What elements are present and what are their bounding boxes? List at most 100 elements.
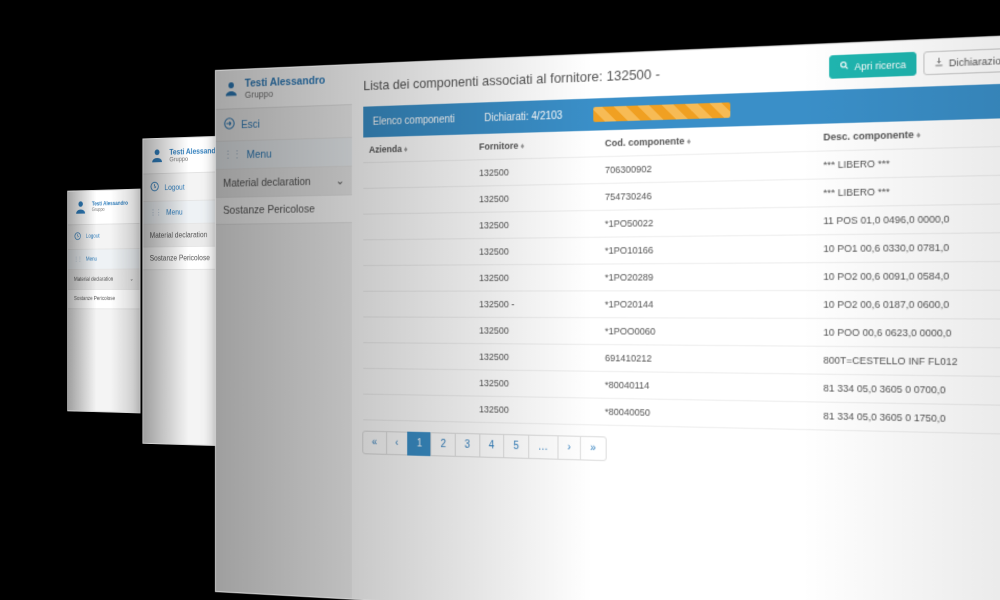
- stripe-title: Elenco componenti: [373, 113, 455, 127]
- sort-icon: ♦: [687, 136, 691, 146]
- logout-icon: [223, 116, 236, 133]
- window-back: Testi Alessandro Gruppo Logout ⋮⋮ Menu M…: [67, 189, 140, 414]
- pager-last[interactable]: »: [580, 436, 606, 461]
- cell-forn: 132500: [473, 237, 599, 265]
- table-row[interactable]: 132500*1PO2028910 PO2 00,6 0091,0 0584,0…: [363, 260, 1000, 291]
- pager-page-4[interactable]: 4: [479, 433, 504, 458]
- download-icon: [934, 56, 944, 69]
- user-icon: [74, 198, 87, 217]
- cell-cod: *1PO50022: [599, 207, 817, 237]
- sidebar-item-label: Material declaration: [150, 230, 208, 239]
- cell-cod: 706300902: [599, 151, 817, 183]
- sort-icon: ♦: [520, 141, 524, 151]
- menu-header: ⋮⋮ Menu: [216, 138, 352, 170]
- button-label: Apri ricerca: [854, 58, 906, 71]
- sidebar-item-material-declaration[interactable]: Material declaration ⌄: [216, 167, 352, 198]
- menu-label: Menu: [166, 208, 182, 217]
- user-icon: [150, 146, 165, 165]
- logout-icon: [150, 181, 160, 195]
- search-icon: [840, 60, 850, 73]
- page-title: Lista dei componenti associati al fornit…: [363, 66, 660, 94]
- cell-forn: 132500: [473, 344, 599, 372]
- cell-az: [363, 343, 473, 370]
- col-azienda[interactable]: Azienda♦: [363, 134, 473, 162]
- user-icon: [223, 78, 239, 100]
- cell-az: [363, 394, 473, 422]
- sidebar-item-label: Sostanze Pericolose: [150, 253, 210, 262]
- cell-cod: *1POO0060: [599, 318, 817, 347]
- cell-az: [363, 291, 473, 317]
- menu-label: Menu: [86, 256, 97, 262]
- pager: « ‹ 1 2 3 4 5 … › »: [363, 431, 1000, 480]
- pager-page-1[interactable]: 1: [407, 432, 432, 457]
- cell-cod: 754730246: [599, 179, 817, 210]
- pager-prev[interactable]: ‹: [386, 431, 408, 455]
- cell-forn: 132500: [473, 157, 599, 186]
- pager-dots: …: [528, 435, 558, 460]
- cell-az: [363, 160, 473, 188]
- cell-desc: 10 POO 00,6 0623,0 0000,0: [817, 318, 1000, 348]
- cell-cod: *1PO20144: [599, 291, 817, 319]
- logout-label: Logout: [164, 182, 184, 191]
- user-group: Gruppo: [92, 207, 128, 213]
- sidebar-item-sostanze[interactable]: Sostanze Pericolose: [68, 290, 140, 310]
- cell-forn: 132500: [473, 184, 599, 213]
- cell-desc: 10 PO1 00,6 0330,0 0781,0: [817, 231, 1000, 263]
- cell-desc: 10 PO2 00,6 0187,0 0600,0: [817, 290, 1000, 319]
- stripe-declared: Dichiarati: 4/2103: [484, 110, 562, 124]
- logout-link[interactable]: Esci: [216, 105, 352, 142]
- sidebar-item-label: Material declaration: [223, 175, 311, 189]
- user-group: Gruppo: [245, 87, 325, 100]
- cell-desc: 11 POS 01,0 0496,0 0000,0: [817, 202, 1000, 235]
- user-block: Testi Alessandro Gruppo: [216, 65, 352, 110]
- drag-icon: ⋮⋮: [150, 208, 161, 217]
- open-search-button[interactable]: Apri ricerca: [830, 52, 917, 79]
- cell-az: [363, 368, 473, 396]
- pager-page-3[interactable]: 3: [455, 433, 480, 458]
- cell-az: [363, 317, 473, 344]
- logout-link[interactable]: Logout: [68, 224, 140, 250]
- sidebar-item-label: Sostanze Pericolose: [223, 203, 315, 217]
- sidebar-item-sostanze[interactable]: Sostanze Pericolose: [216, 195, 352, 225]
- logout-label: Esci: [241, 118, 260, 131]
- cell-forn: 132500: [473, 370, 599, 398]
- cell-cod: *80040114: [599, 371, 817, 402]
- cell-desc: 10 PO2 00,6 0091,0 0584,0: [817, 261, 1000, 291]
- menu-header: ⋮⋮ Menu: [68, 249, 140, 270]
- logout-icon: [74, 231, 81, 242]
- cell-desc: 81 334 05,0 3605 0 1750,0: [817, 402, 1000, 437]
- chevron-down-icon: ⌄: [130, 276, 134, 283]
- user-block: Testi Alessandro Gruppo: [68, 190, 140, 226]
- cell-az: [363, 186, 473, 214]
- cell-cod: 691410212: [599, 345, 817, 375]
- window-front: Testi Alessandro Gruppo Esci ⋮⋮ Menu Mat…: [215, 24, 1000, 600]
- cell-forn: 132500: [473, 396, 599, 425]
- cell-az: [363, 265, 473, 291]
- drag-icon: ⋮⋮: [74, 256, 81, 262]
- cell-forn: 132500: [473, 317, 599, 344]
- pager-next[interactable]: ›: [557, 435, 581, 460]
- pager-page-5[interactable]: 5: [503, 434, 529, 459]
- pager-page-2[interactable]: 2: [431, 432, 456, 457]
- cell-cod: *80040050: [599, 398, 817, 430]
- material-declaration-button[interactable]: Dichiarazione materiale ▾: [923, 45, 1000, 75]
- col-fornitore[interactable]: Fornitore♦: [473, 130, 599, 159]
- sidebar-item-label: Material declaration: [74, 277, 113, 283]
- cell-az: [363, 239, 473, 266]
- drag-icon: ⋮⋮: [223, 148, 241, 162]
- logout-label: Logout: [86, 234, 100, 240]
- sidebar-item-label: Sostanze Pericolose: [74, 296, 115, 302]
- cell-cod: *1PO10166: [599, 235, 817, 264]
- sort-icon: ♦: [916, 130, 921, 140]
- sidebar-item-material-declaration[interactable]: Material declaration ⌄: [68, 269, 140, 290]
- chevron-down-icon: ⌄: [336, 174, 345, 188]
- pager-first[interactable]: «: [362, 431, 386, 455]
- sort-icon: ♦: [404, 145, 408, 154]
- cell-forn: 132500: [473, 210, 599, 238]
- menu-label: Menu: [247, 148, 272, 161]
- progress-bar: [593, 102, 730, 122]
- cell-az: [363, 212, 473, 239]
- components-table: Azienda♦ Fornitore♦ Cod. componente♦ Des…: [363, 111, 1000, 440]
- cell-forn: 132500: [473, 264, 599, 291]
- table-row[interactable]: 132500 -*1PO2014410 PO2 00,6 0187,0 0600…: [363, 290, 1000, 320]
